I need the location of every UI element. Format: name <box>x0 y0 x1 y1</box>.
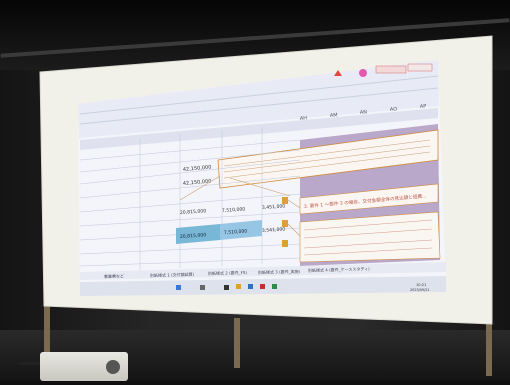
column-header-ah: AH <box>300 115 308 122</box>
user-avatar-icon <box>359 69 367 77</box>
sheet-tab-4[interactable]: 別紙様式 3 (要件_実施) <box>258 268 301 275</box>
share-button <box>375 65 407 74</box>
column-header-an: AN <box>360 109 368 116</box>
sheet-tab-1[interactable]: 事業費など <box>104 272 124 279</box>
search-icon[interactable] <box>200 285 205 290</box>
column-header-ao: AO <box>390 106 398 113</box>
projector <box>40 352 128 381</box>
orange-marker-2 <box>282 220 288 227</box>
projector-lens <box>106 360 120 374</box>
column-header-am: AM <box>330 112 338 119</box>
sheet-tab-3[interactable]: 別紙様式 2 (要件_FS) <box>208 269 248 276</box>
comment-button <box>407 63 433 72</box>
projection-svg: AH AM AN AO AP 3. 要件 1 ～要件 3 の場合、交付金額全体の… <box>39 35 493 325</box>
app-icon[interactable] <box>260 284 265 289</box>
sheet-tab-2[interactable]: 別紙様式 1 (交付額試算) <box>150 271 195 278</box>
explorer-icon[interactable] <box>236 284 241 289</box>
orange-marker-3 <box>282 240 288 247</box>
column-header-ap: AP <box>420 103 427 110</box>
taskview-icon[interactable] <box>224 285 229 290</box>
projector-screen: AH AM AN AO AP 3. 要件 1 ～要件 3 の場合、交付金額全体の… <box>0 0 510 381</box>
excel-icon[interactable] <box>272 284 277 289</box>
taskbar-date: 2023/09/21 <box>410 288 430 292</box>
edge-icon[interactable] <box>248 284 253 289</box>
orange-marker-1 <box>282 197 288 204</box>
start-icon[interactable] <box>176 285 181 290</box>
taskbar-time: 10:21 <box>416 283 426 287</box>
